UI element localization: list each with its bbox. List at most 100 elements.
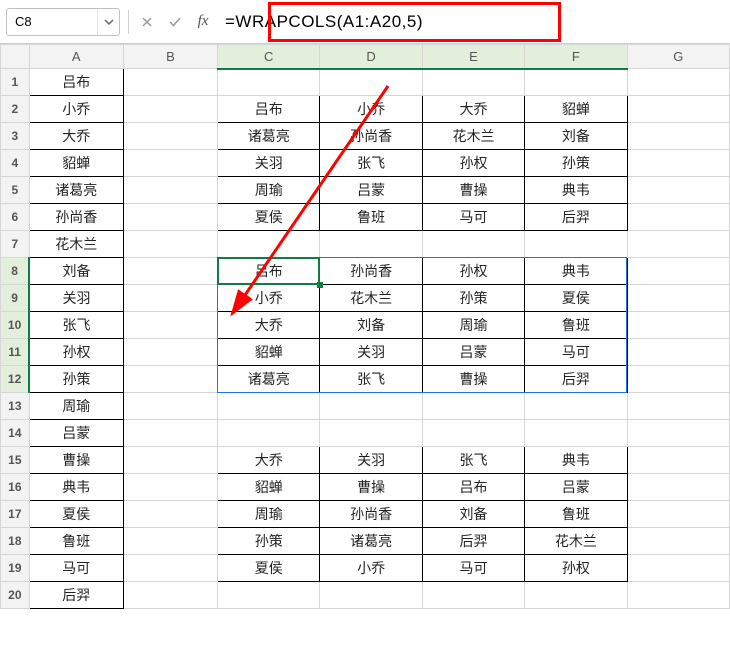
cell[interactable]: [218, 582, 320, 609]
cell[interactable]: [627, 96, 729, 123]
cell[interactable]: [422, 420, 524, 447]
cell[interactable]: 大乔: [422, 96, 524, 123]
cell[interactable]: [123, 447, 217, 474]
cell[interactable]: [320, 582, 422, 609]
cell[interactable]: [627, 447, 729, 474]
cell[interactable]: 花木兰: [525, 528, 627, 555]
cell[interactable]: [123, 528, 217, 555]
cell[interactable]: [320, 393, 422, 420]
cell[interactable]: 后羿: [29, 582, 123, 609]
cell[interactable]: [123, 501, 217, 528]
cell[interactable]: [627, 312, 729, 339]
cell[interactable]: [627, 285, 729, 312]
row-header[interactable]: 2: [1, 96, 30, 123]
row-header[interactable]: 15: [1, 447, 30, 474]
cell[interactable]: [422, 231, 524, 258]
row-header[interactable]: 3: [1, 123, 30, 150]
cell[interactable]: 夏侯: [525, 285, 627, 312]
cell[interactable]: 吕布: [29, 69, 123, 96]
formula-input[interactable]: [221, 10, 724, 34]
cell[interactable]: [627, 501, 729, 528]
cell[interactable]: 曹操: [320, 474, 422, 501]
cell[interactable]: 貂蝉: [29, 150, 123, 177]
cell[interactable]: [123, 69, 217, 96]
cell[interactable]: [525, 393, 627, 420]
cancel-formula-button[interactable]: [137, 10, 157, 34]
cell[interactable]: 马可: [525, 339, 627, 366]
cell[interactable]: 周瑜: [218, 177, 320, 204]
cell[interactable]: [123, 231, 217, 258]
select-all-corner[interactable]: [1, 45, 30, 69]
cell[interactable]: 张飞: [422, 447, 524, 474]
cell[interactable]: 貂蝉: [218, 474, 320, 501]
cell[interactable]: [627, 150, 729, 177]
cell[interactable]: [422, 69, 524, 96]
cell[interactable]: 典韦: [525, 258, 627, 285]
row-header[interactable]: 18: [1, 528, 30, 555]
confirm-formula-button[interactable]: [165, 10, 185, 34]
cell[interactable]: 花木兰: [320, 285, 422, 312]
cell[interactable]: [627, 204, 729, 231]
cell[interactable]: 孙策: [525, 150, 627, 177]
cell[interactable]: [320, 69, 422, 96]
row-header[interactable]: 16: [1, 474, 30, 501]
name-box-dropdown[interactable]: [97, 9, 119, 35]
col-header-G[interactable]: G: [627, 45, 729, 69]
cell[interactable]: 夏侯: [218, 555, 320, 582]
cell[interactable]: 典韦: [525, 177, 627, 204]
cell[interactable]: 小乔: [320, 555, 422, 582]
cell[interactable]: [627, 69, 729, 96]
cell[interactable]: 小乔: [218, 285, 320, 312]
row-header[interactable]: 7: [1, 231, 30, 258]
cell[interactable]: [218, 393, 320, 420]
cell[interactable]: 吕蒙: [320, 177, 422, 204]
col-header-D[interactable]: D: [320, 45, 422, 69]
cell[interactable]: 关羽: [320, 447, 422, 474]
row-header[interactable]: 14: [1, 420, 30, 447]
cell[interactable]: 鲁班: [525, 501, 627, 528]
cell[interactable]: [525, 231, 627, 258]
cell[interactable]: 花木兰: [422, 123, 524, 150]
cell[interactable]: [123, 474, 217, 501]
row-header[interactable]: 10: [1, 312, 30, 339]
cell[interactable]: 鲁班: [525, 312, 627, 339]
cell[interactable]: 诸葛亮: [218, 123, 320, 150]
cell[interactable]: [627, 393, 729, 420]
row-header[interactable]: 12: [1, 366, 30, 393]
cell[interactable]: [123, 393, 217, 420]
cell[interactable]: 张飞: [29, 312, 123, 339]
row-header[interactable]: 4: [1, 150, 30, 177]
row-header[interactable]: 20: [1, 582, 30, 609]
cell[interactable]: [218, 420, 320, 447]
cell[interactable]: 关羽: [320, 339, 422, 366]
cell[interactable]: 张飞: [320, 150, 422, 177]
cell[interactable]: [123, 150, 217, 177]
col-header-F[interactable]: F: [525, 45, 627, 69]
cell[interactable]: [123, 312, 217, 339]
cell[interactable]: 孙尚香: [320, 258, 422, 285]
cell[interactable]: 孙尚香: [320, 501, 422, 528]
cell[interactable]: 关羽: [218, 150, 320, 177]
cell[interactable]: 诸葛亮: [320, 528, 422, 555]
cell[interactable]: 刘备: [525, 123, 627, 150]
row-header[interactable]: 19: [1, 555, 30, 582]
cell[interactable]: 孙策: [29, 366, 123, 393]
col-header-B[interactable]: B: [123, 45, 217, 69]
cell[interactable]: 曹操: [422, 177, 524, 204]
cell[interactable]: 马可: [422, 204, 524, 231]
cell[interactable]: 小乔: [320, 96, 422, 123]
cell[interactable]: 吕蒙: [525, 474, 627, 501]
cell[interactable]: [123, 366, 217, 393]
cell[interactable]: 大乔: [218, 312, 320, 339]
cell[interactable]: 关羽: [29, 285, 123, 312]
cell[interactable]: 孙尚香: [320, 123, 422, 150]
cell[interactable]: [627, 528, 729, 555]
cell[interactable]: [525, 582, 627, 609]
cell[interactable]: [627, 258, 729, 285]
cell[interactable]: 周瑜: [29, 393, 123, 420]
cell[interactable]: 孙权: [29, 339, 123, 366]
cell[interactable]: 周瑜: [218, 501, 320, 528]
row-header[interactable]: 11: [1, 339, 30, 366]
spreadsheet-grid[interactable]: A B C D E F G 1吕布2小乔吕布小乔大乔貂蝉3大乔诸葛亮孙尚香花木兰…: [0, 44, 730, 625]
cell[interactable]: 刘备: [29, 258, 123, 285]
